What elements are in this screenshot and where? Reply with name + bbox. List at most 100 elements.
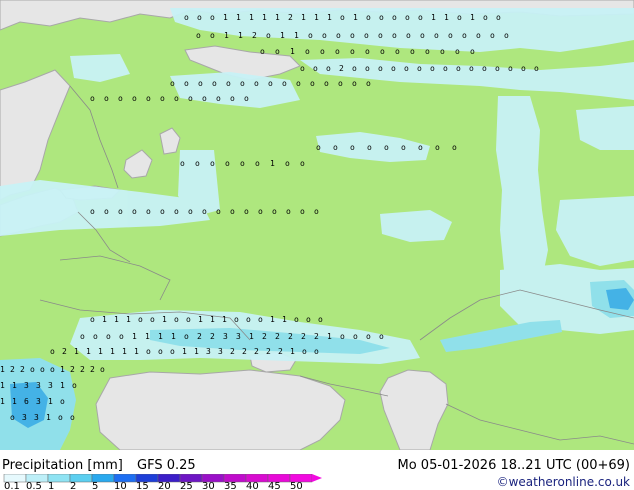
- grid-value: 2: [254, 347, 259, 356]
- grid-value: 1: [444, 13, 449, 22]
- scale-tick-label: 0.1: [4, 481, 20, 490]
- grid-value: o: [282, 79, 287, 88]
- grid-value: 1: [0, 397, 5, 406]
- grid-value: 2: [80, 365, 85, 374]
- grid-value: o: [60, 397, 65, 406]
- grid-value: o: [391, 64, 396, 73]
- caspian-sea: [379, 369, 449, 450]
- grid-value: o: [365, 64, 370, 73]
- legend-title: Precipitation [mm] GFS 0.25: [2, 458, 196, 474]
- grid-value: 1: [353, 13, 358, 22]
- grid-value: o: [210, 159, 215, 168]
- grid-value: o: [495, 64, 500, 73]
- grid-value: o: [93, 332, 98, 341]
- precip-north-west: [70, 54, 130, 82]
- grid-value: o: [216, 207, 221, 216]
- grid-value: o: [244, 207, 249, 216]
- grid-value: 1: [290, 47, 295, 56]
- grid-value: o: [420, 31, 425, 40]
- grid-value: 2: [278, 347, 283, 356]
- grid-value: o: [132, 207, 137, 216]
- grid-value: o: [300, 64, 305, 73]
- grid-value: 1: [0, 365, 5, 374]
- grid-value: 1: [110, 347, 115, 356]
- grid-value: o: [160, 207, 165, 216]
- grid-value: o: [70, 413, 75, 422]
- grid-value: 1: [171, 332, 176, 341]
- grid-value: o: [470, 47, 475, 56]
- grid-value: 1: [122, 347, 127, 356]
- grid-value: o: [230, 207, 235, 216]
- grid-value: o: [146, 347, 151, 356]
- grid-value: o: [174, 207, 179, 216]
- grid-value: o: [350, 47, 355, 56]
- grid-value: o: [378, 31, 383, 40]
- grid-value: o: [455, 47, 460, 56]
- grid-value: o: [457, 13, 462, 22]
- grid-value: 2: [230, 347, 235, 356]
- grid-value: 2: [275, 332, 280, 341]
- grid-value: o: [150, 315, 155, 324]
- scale-tick-label: 0.5: [26, 481, 42, 490]
- legend-title-text: Precipitation [mm]: [2, 458, 123, 473]
- grid-value: o: [180, 159, 185, 168]
- precip-east-mid: [556, 196, 634, 266]
- grid-value: 1: [145, 332, 150, 341]
- grid-value: o: [195, 159, 200, 168]
- grid-value: o: [482, 64, 487, 73]
- grid-value: o: [202, 207, 207, 216]
- grid-value: 1: [431, 13, 436, 22]
- scale-tick-label: 10: [114, 481, 127, 490]
- grid-value: 1: [262, 13, 267, 22]
- grid-value: o: [452, 143, 457, 152]
- grid-value: 3: [236, 332, 241, 341]
- grid-value: 1: [60, 365, 65, 374]
- grid-value: o: [483, 13, 488, 22]
- grid-value: 1: [158, 332, 163, 341]
- grid-value: o: [188, 207, 193, 216]
- grid-value: o: [335, 47, 340, 56]
- grid-value: o: [196, 31, 201, 40]
- grid-value: o: [395, 47, 400, 56]
- scale-tick-label: 50: [290, 481, 303, 490]
- grid-value: o: [258, 315, 263, 324]
- grid-value: 1: [132, 332, 137, 341]
- grid-value: o: [324, 79, 329, 88]
- grid-value: o: [40, 365, 45, 374]
- grid-value: o: [406, 31, 411, 40]
- scandinavia-water: [0, 69, 71, 201]
- grid-value: o: [50, 365, 55, 374]
- grid-value: o: [314, 347, 319, 356]
- grid-value: o: [285, 159, 290, 168]
- grid-value: 1: [470, 13, 475, 22]
- grid-value: 3: [34, 413, 39, 422]
- grid-value: 1: [48, 397, 53, 406]
- grid-value: 1: [198, 315, 203, 324]
- grid-value: o: [275, 47, 280, 56]
- grid-value: o: [405, 13, 410, 22]
- grid-value: o: [50, 347, 55, 356]
- grid-value: 1: [74, 347, 79, 356]
- grid-value: 2: [62, 347, 67, 356]
- grid-value: o: [90, 207, 95, 216]
- grid-value: o: [100, 365, 105, 374]
- grid-value: o: [418, 143, 423, 152]
- grid-value: o: [240, 79, 245, 88]
- grid-value: o: [314, 207, 319, 216]
- grid-value: 2: [288, 332, 293, 341]
- grid-value: o: [352, 64, 357, 73]
- grid-value: 1: [60, 381, 65, 390]
- grid-value: o: [72, 381, 77, 390]
- grid-value: 2: [262, 332, 267, 341]
- grid-value: o: [504, 31, 509, 40]
- grid-value: o: [170, 347, 175, 356]
- grid-value: o: [90, 315, 95, 324]
- grid-value: o: [366, 79, 371, 88]
- grid-value: 1: [270, 315, 275, 324]
- grid-value: o: [90, 94, 95, 103]
- scale-tick-label: 20: [158, 481, 171, 490]
- grid-value: o: [266, 31, 271, 40]
- grid-value: o: [268, 79, 273, 88]
- grid-value: o: [392, 31, 397, 40]
- grid-value: o: [316, 143, 321, 152]
